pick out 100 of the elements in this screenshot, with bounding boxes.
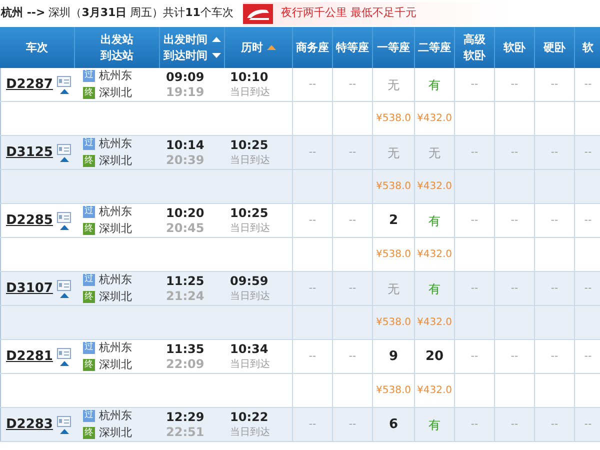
duration: 10:10: [230, 70, 270, 84]
arrival-day: 当日到达: [230, 152, 292, 168]
train-number[interactable]: D2287: [6, 76, 54, 94]
station-badge: 终: [83, 359, 95, 372]
seat-availability: --: [550, 146, 558, 160]
seat-availability: 有: [428, 212, 440, 230]
sort-up-icon[interactable]: [212, 37, 220, 42]
arrival-day: 当日到达: [230, 288, 292, 304]
station-name: 深圳北: [99, 425, 132, 441]
seat-availability: --: [550, 282, 558, 296]
arrive-time: 21:24: [166, 288, 206, 304]
arrive-time: 22:51: [166, 424, 206, 440]
station-name: 深圳北: [99, 289, 132, 305]
station-name: 杭州东: [99, 340, 132, 356]
depart-time: 10:20: [166, 206, 206, 220]
expand-up-icon[interactable]: [60, 156, 68, 162]
seat-availability: --: [550, 350, 558, 364]
seat-availability: --: [550, 78, 558, 92]
station-badge: 过: [83, 342, 95, 354]
column-header: 商务座: [296, 40, 329, 56]
depart-time: 11:35: [166, 342, 206, 356]
seat-availability: --: [348, 78, 356, 92]
seat-availability: --: [348, 418, 356, 432]
seat-availability: 20: [425, 348, 444, 366]
station-name: 深圳北: [99, 153, 132, 169]
seat-availability: --: [510, 78, 518, 92]
promo-text: 夜行两千公里 最低不足千元: [281, 5, 416, 22]
station-name: 杭州东: [99, 136, 132, 152]
expand-up-icon[interactable]: [60, 292, 68, 298]
column-header: 二等座: [418, 40, 451, 56]
seat-availability: --: [510, 146, 518, 160]
card-icon[interactable]: [57, 280, 71, 290]
seat-availability: --: [584, 350, 592, 364]
train-logo-icon: [243, 4, 273, 24]
seat-availability: --: [510, 418, 518, 432]
station-badge: 过: [83, 274, 95, 286]
column-header: 高级: [464, 32, 486, 48]
seat-availability: --: [348, 214, 356, 228]
seat-price: ¥538.0: [376, 180, 411, 194]
station-name: 杭州东: [99, 68, 132, 84]
column-header: 一等座: [377, 40, 410, 56]
seat-price: ¥432.0: [417, 180, 452, 194]
seat-availability: --: [348, 282, 356, 296]
seat-availability: 有: [428, 76, 440, 94]
seat-availability: --: [470, 418, 478, 432]
expand-up-icon[interactable]: [60, 360, 68, 366]
seat-availability: --: [584, 214, 592, 228]
seat-availability: 无: [428, 144, 440, 162]
sort-up-icon[interactable]: [267, 45, 276, 50]
seat-price: ¥432.0: [417, 316, 452, 330]
expand-up-icon[interactable]: [60, 224, 68, 230]
column-header: 到达站: [100, 48, 134, 64]
seat-availability: --: [348, 350, 356, 364]
card-icon[interactable]: [57, 416, 71, 426]
train-number[interactable]: D2281: [6, 348, 54, 366]
seat-availability: --: [308, 78, 316, 92]
seat-availability: 有: [428, 416, 440, 434]
station-badge: 终: [83, 223, 95, 236]
expand-up-icon[interactable]: [60, 428, 68, 434]
arrival-day: 当日到达: [230, 356, 292, 372]
arrive-time: 19:19: [166, 84, 206, 100]
seat-price: ¥432.0: [417, 112, 452, 126]
seat-availability: 6: [388, 416, 398, 434]
seat-availability: --: [470, 78, 478, 92]
depart-time: 09:09: [166, 70, 206, 84]
station-name: 杭州东: [99, 204, 132, 220]
seat-availability: 9: [388, 348, 398, 366]
arrive-time: 20:45: [166, 220, 206, 236]
expand-up-icon[interactable]: [60, 88, 68, 94]
station-name: 杭州东: [99, 408, 132, 424]
station-badge: 过: [83, 206, 95, 218]
column-header: 车次: [26, 40, 48, 56]
card-icon[interactable]: [57, 144, 71, 154]
seat-price: ¥538.0: [376, 248, 411, 262]
seat-price: ¥538.0: [376, 316, 411, 330]
seat-availability: 2: [388, 212, 398, 230]
train-number[interactable]: D3125: [6, 144, 54, 162]
sort-down-icon[interactable]: [212, 53, 220, 58]
card-icon[interactable]: [57, 348, 71, 358]
card-icon[interactable]: [57, 212, 71, 222]
column-header: 出发时间: [164, 32, 208, 48]
duration: 10:34: [230, 342, 270, 356]
column-header: 到达时间: [164, 48, 208, 64]
seat-availability: --: [550, 418, 558, 432]
seat-availability: --: [510, 282, 518, 296]
duration: 10:22: [230, 410, 270, 424]
seat-availability: --: [308, 418, 316, 432]
seat-availability: --: [308, 350, 316, 364]
seat-availability: --: [550, 214, 558, 228]
card-icon[interactable]: [57, 76, 71, 86]
arrival-day: 当日到达: [230, 84, 292, 100]
seat-availability: --: [584, 418, 592, 432]
seat-availability: --: [348, 146, 356, 160]
seat-availability: --: [470, 282, 478, 296]
seat-availability: 有: [428, 280, 440, 298]
column-header: 软: [582, 40, 594, 56]
train-number[interactable]: D2283: [6, 416, 54, 434]
station-badge: 过: [83, 70, 95, 82]
train-number[interactable]: D2285: [6, 212, 54, 230]
train-number[interactable]: D3107: [6, 280, 54, 298]
